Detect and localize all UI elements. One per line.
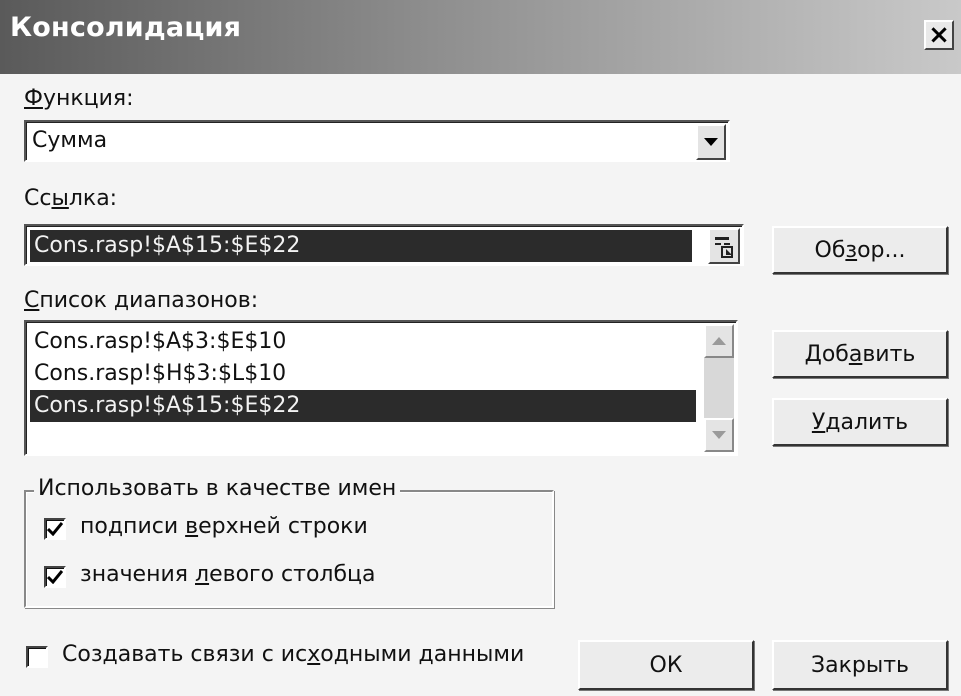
- reference-value: Cons.rasp!$A$15:$E$22: [30, 230, 692, 262]
- chevron-down-icon: [704, 138, 718, 146]
- checkmark-icon: [47, 522, 63, 536]
- use-labels-group-title: Использовать в качестве имен: [34, 476, 401, 501]
- title-bar: Консолидация ×: [0, 0, 961, 74]
- list-item[interactable]: Cons.rasp!$A$3:$E$10: [30, 326, 696, 358]
- create-links-label[interactable]: Создавать связи с исходными данными: [62, 642, 524, 667]
- delete-button[interactable]: Удалить: [772, 398, 948, 446]
- list-item-selected[interactable]: Cons.rasp!$A$15:$E$22: [30, 390, 696, 422]
- left-column-checkbox[interactable]: [44, 566, 66, 588]
- range-select-icon: [715, 237, 733, 258]
- scroll-up-button[interactable]: [704, 324, 734, 358]
- function-combobox[interactable]: Сумма: [24, 120, 730, 162]
- browse-button[interactable]: Об з ор...: [772, 226, 948, 274]
- close-button[interactable]: ×: [924, 20, 954, 50]
- top-row-label[interactable]: подписи верхней строки: [80, 514, 368, 539]
- dialog-title: Консолидация: [10, 12, 242, 43]
- left-column-label[interactable]: значения левого столбца: [80, 562, 376, 587]
- ok-button[interactable]: ОК: [578, 640, 754, 690]
- arrow-down-icon: [712, 431, 726, 439]
- close-dialog-button[interactable]: Закрыть: [772, 640, 948, 690]
- close-icon: ×: [928, 20, 950, 50]
- ok-button-label: ОК: [649, 652, 683, 678]
- ranges-listbox[interactable]: Cons.rasp!$A$3:$E$10 Cons.rasp!$H$3:$L$1…: [24, 320, 738, 456]
- use-labels-group: [24, 490, 554, 608]
- collapse-dialog-button[interactable]: [708, 228, 740, 264]
- create-links-checkbox[interactable]: [26, 646, 48, 668]
- function-value: Сумма: [32, 128, 108, 153]
- function-dropdown-button[interactable]: [696, 124, 726, 160]
- close-button-label: Закрыть: [811, 652, 909, 678]
- arrow-up-icon: [712, 337, 726, 345]
- reference-input[interactable]: Cons.rasp!$A$15:$E$22: [24, 224, 744, 266]
- function-label: Функция:: [24, 86, 134, 111]
- list-item[interactable]: Cons.rasp!$H$3:$L$10: [30, 358, 696, 390]
- scroll-down-button[interactable]: [704, 418, 734, 452]
- add-button[interactable]: Доб а вить: [772, 330, 948, 378]
- ranges-scrollbar[interactable]: [704, 324, 734, 452]
- ranges-label: Список диапазонов:: [24, 288, 259, 313]
- reference-label: Ссылка:: [24, 186, 118, 211]
- top-row-checkbox[interactable]: [44, 518, 66, 540]
- checkmark-icon: [47, 570, 63, 584]
